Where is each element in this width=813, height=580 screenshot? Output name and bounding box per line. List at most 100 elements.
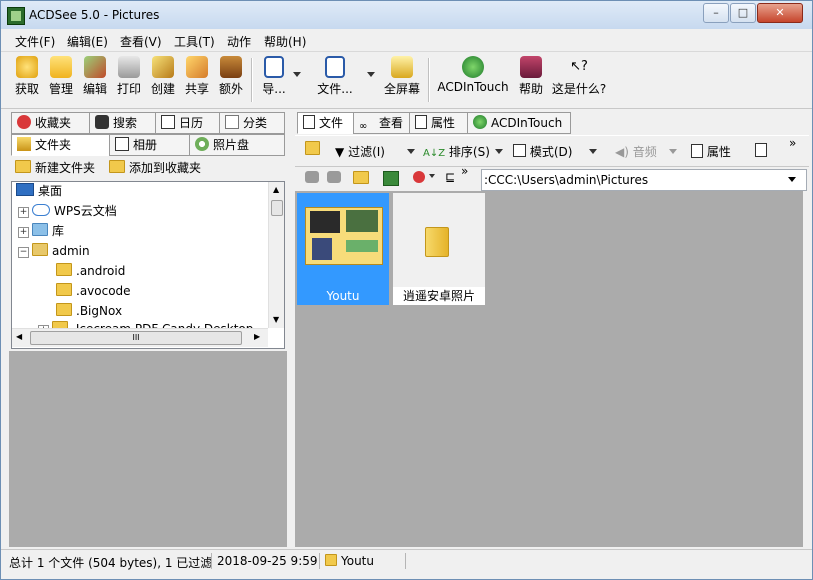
menu-view[interactable]: 查看(V) <box>120 33 162 50</box>
tab-calendar[interactable]: 日历 <box>155 112 221 134</box>
expand-icon[interactable]: + <box>18 227 29 238</box>
horizontal-scroll-thumb[interactable]: III <box>30 331 242 345</box>
tab-favorites[interactable]: 收藏夹 <box>11 112 91 134</box>
toolbar-overflow-button[interactable]: » <box>789 136 796 150</box>
folder-with-photos-icon <box>305 207 383 265</box>
library-icon <box>32 223 48 236</box>
whats-this-button[interactable]: ↖? 这是什么? <box>551 56 607 97</box>
scroll-right-icon[interactable]: ▶ <box>254 332 260 341</box>
toolbar-separator <box>428 58 430 102</box>
folder-toggle-icon[interactable]: ⊑ <box>445 170 455 184</box>
document-icon <box>303 115 315 129</box>
sort-dropdown-arrow[interactable] <box>495 149 503 154</box>
scroll-down-icon[interactable]: ▼ <box>273 315 279 324</box>
tree-item-android[interactable]: .android <box>56 261 125 281</box>
navigate-icon <box>264 56 284 78</box>
acquire-button[interactable]: 获取 <box>13 56 41 97</box>
navigate-button[interactable]: 导... <box>259 56 289 97</box>
share-button[interactable]: 共享 <box>183 56 211 97</box>
fullscreen-button[interactable]: 全屏幕 <box>383 56 421 97</box>
up-folder-button[interactable] <box>305 141 324 157</box>
audio-dropdown-arrow[interactable] <box>669 149 677 154</box>
acquire-icon <box>16 56 38 78</box>
mode-dropdown-arrow[interactable] <box>589 149 597 154</box>
acdsee-app-icon <box>7 7 25 25</box>
path-value: :CCC:\Users\admin\Pictures <box>484 173 649 187</box>
pane-splitter[interactable] <box>289 109 293 547</box>
favorites-icon[interactable] <box>413 171 425 183</box>
tab-albums[interactable]: 相册 <box>109 134 191 156</box>
folder-tree-icon <box>17 137 31 151</box>
tree-vertical-scrollbar[interactable]: ▲ ▼ <box>268 182 284 328</box>
path-overflow-button[interactable]: » <box>461 164 468 178</box>
acdintouch-button[interactable]: ACDInTouch <box>437 56 509 94</box>
extra-button[interactable]: 额外 <box>217 56 245 97</box>
properties-icon <box>415 115 427 129</box>
file-dropdown-arrow[interactable] <box>367 72 375 77</box>
forward-icon[interactable] <box>327 171 341 183</box>
copy-button[interactable] <box>755 143 767 158</box>
refresh-icon[interactable] <box>383 171 399 186</box>
path-combo[interactable]: :CCC:\Users\admin\Pictures <box>481 169 807 191</box>
tab-properties[interactable]: 属性 <box>409 112 469 134</box>
thumbnail-item[interactable]: 逍遥安卓照片 <box>393 193 485 305</box>
close-button[interactable]: ✕ <box>757 3 803 23</box>
file-view-button[interactable]: 文件... <box>317 56 353 97</box>
tab-folders[interactable]: 文件夹 <box>11 134 111 156</box>
mode-button[interactable]: 模式(D) <box>513 143 572 160</box>
tree-item-desktop[interactable]: 桌面 <box>16 182 62 201</box>
tree-item-bignox[interactable]: .BigNox <box>56 301 122 321</box>
tree-horizontal-scrollbar[interactable]: ◀ III ▶ <box>12 328 268 347</box>
properties-button[interactable]: 属性 <box>691 143 731 160</box>
up-folder-icon <box>305 141 320 155</box>
new-folder-button[interactable]: 新建文件夹 <box>15 159 95 176</box>
navigate-dropdown-arrow[interactable] <box>293 72 301 77</box>
scroll-up-icon[interactable]: ▲ <box>273 185 279 194</box>
whats-this-icon: ↖? <box>570 59 588 74</box>
menu-tools[interactable]: 工具(T) <box>174 33 215 50</box>
tab-acdintouch[interactable]: ACDInTouch <box>467 112 571 134</box>
tree-item-wps-cloud[interactable]: + WPS云文档 <box>18 201 117 221</box>
menu-action[interactable]: 动作 <box>227 33 251 50</box>
favorites-dropdown-arrow[interactable] <box>429 174 435 178</box>
edit-button[interactable]: 编辑 <box>81 56 109 97</box>
audio-button[interactable]: ◀) 音频 <box>615 143 657 160</box>
manage-icon <box>50 56 72 78</box>
main-toolbar: 获取 管理 编辑 打印 创建 共享 额外 导... 文件... 全屏幕 ACDI… <box>1 51 812 109</box>
add-to-favorites-button[interactable]: 添加到收藏夹 <box>109 159 201 176</box>
path-dropdown-arrow[interactable] <box>788 177 796 182</box>
tab-files[interactable]: 文件 <box>297 112 355 134</box>
filter-button[interactable]: ▼ 过滤(I) <box>335 143 385 160</box>
menu-edit[interactable]: 编辑(E) <box>67 33 108 50</box>
tree-item-avocode[interactable]: .avocode <box>56 281 131 301</box>
tab-categories[interactable]: 分类 <box>219 112 285 134</box>
tab-photo-discs[interactable]: 照片盘 <box>189 134 285 156</box>
tab-view[interactable]: ∞ 查看 <box>353 112 411 134</box>
sort-button[interactable]: A↓Z 排序(S) <box>423 143 490 160</box>
help-button[interactable]: 帮助 <box>517 56 545 97</box>
folder-tree[interactable]: 桌面 + WPS云文档 + 库 − admin .android .avocode .… <box>11 181 285 349</box>
menu-file[interactable]: 文件(F) <box>15 33 55 50</box>
scroll-left-icon[interactable]: ◀ <box>16 332 22 341</box>
glasses-icon: ∞ <box>359 121 368 132</box>
manage-button[interactable]: 管理 <box>47 56 75 97</box>
maximize-button[interactable]: □ <box>730 3 756 23</box>
tree-item-library[interactable]: + 库 <box>18 221 64 241</box>
minimize-button[interactable]: – <box>703 3 729 23</box>
print-button[interactable]: 打印 <box>115 56 143 97</box>
new-folder-icon <box>15 160 31 173</box>
parent-folder-button[interactable] <box>353 171 373 186</box>
thumbnail-view: Youtu 逍遥安卓照片 <box>295 191 803 547</box>
tree-item-admin[interactable]: − admin <box>18 241 90 261</box>
create-button[interactable]: 创建 <box>149 56 177 97</box>
toolbar-separator <box>251 58 253 102</box>
back-icon[interactable] <box>305 171 319 183</box>
expand-icon[interactable]: + <box>18 207 29 218</box>
album-icon <box>115 137 129 151</box>
thumbnail-item[interactable]: Youtu <box>297 193 389 305</box>
vertical-scroll-thumb[interactable] <box>271 200 283 216</box>
menu-help[interactable]: 帮助(H) <box>264 33 306 50</box>
filter-dropdown-arrow[interactable] <box>407 149 415 154</box>
collapse-icon[interactable]: − <box>18 247 29 258</box>
tab-search[interactable]: 搜索 <box>89 112 157 134</box>
